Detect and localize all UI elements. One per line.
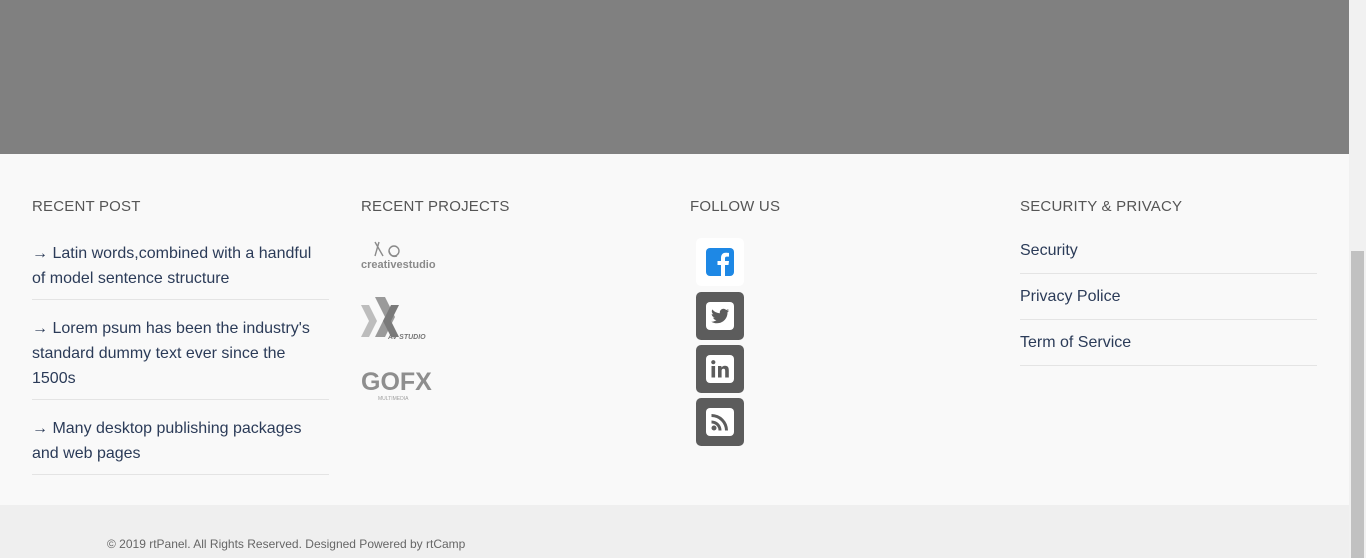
list-item: Security — [1020, 238, 1317, 274]
facebook-icon[interactable] — [696, 238, 744, 286]
list-item: Privacy Police — [1020, 284, 1317, 320]
recent-post-heading: RECENT POST — [32, 198, 141, 215]
recent-post-link[interactable]: → Latin words,combined with a handful of… — [32, 241, 329, 291]
security-link[interactable]: Security — [1020, 242, 1078, 259]
privacy-police-link[interactable]: Privacy Police — [1020, 288, 1120, 305]
list-item: → Lorem psum has been the industry's sta… — [32, 313, 329, 400]
copyright-text: © 2019 rtPanel. All Rights Reserved. Des… — [107, 537, 466, 551]
av-studio-logo[interactable]: AV STUDIO — [361, 297, 437, 343]
hero-band — [0, 0, 1349, 154]
scrollbar-thumb[interactable] — [1351, 251, 1364, 558]
linkedin-icon[interactable] — [696, 345, 744, 393]
svg-text:MULTIMEDIA: MULTIMEDIA — [378, 396, 409, 402]
recent-post-link[interactable]: → Lorem psum has been the industry's sta… — [32, 316, 329, 391]
gofx-logo[interactable]: GOFX MULTIMEDIA — [361, 366, 437, 404]
term-of-service-link[interactable]: Term of Service — [1020, 334, 1131, 351]
list-item: → Latin words,combined with a handful of… — [32, 238, 329, 300]
svg-text:creativestudio: creativestudio — [361, 259, 436, 271]
twitter-icon[interactable] — [696, 292, 744, 340]
svg-text:AV STUDIO: AV STUDIO — [387, 334, 426, 341]
recent-post-link[interactable]: → Many desktop publishing packages and w… — [32, 416, 329, 466]
security-links-list: Security Privacy Police Term of Service — [1020, 238, 1317, 376]
list-item: → Many desktop publishing packages and w… — [32, 413, 329, 475]
scrollbar-track[interactable] — [1349, 0, 1366, 558]
recent-post-list: → Latin words,combined with a handful of… — [32, 238, 329, 488]
recent-projects-heading: RECENT PROJECTS — [361, 198, 510, 215]
list-item: Term of Service — [1020, 330, 1317, 366]
footer-bottom-bar: © 2019 rtPanel. All Rights Reserved. Des… — [0, 505, 1349, 558]
footer-widgets: RECENT POST → Latin words,combined with … — [0, 154, 1349, 505]
creative-studio-logo[interactable]: creativestudio — [361, 238, 437, 272]
follow-us-heading: FOLLOW US — [690, 198, 781, 215]
security-privacy-heading: SECURITY & PRIVACY — [1020, 198, 1183, 215]
rss-icon[interactable] — [696, 398, 744, 446]
svg-text:GOFX: GOFX — [361, 368, 432, 396]
